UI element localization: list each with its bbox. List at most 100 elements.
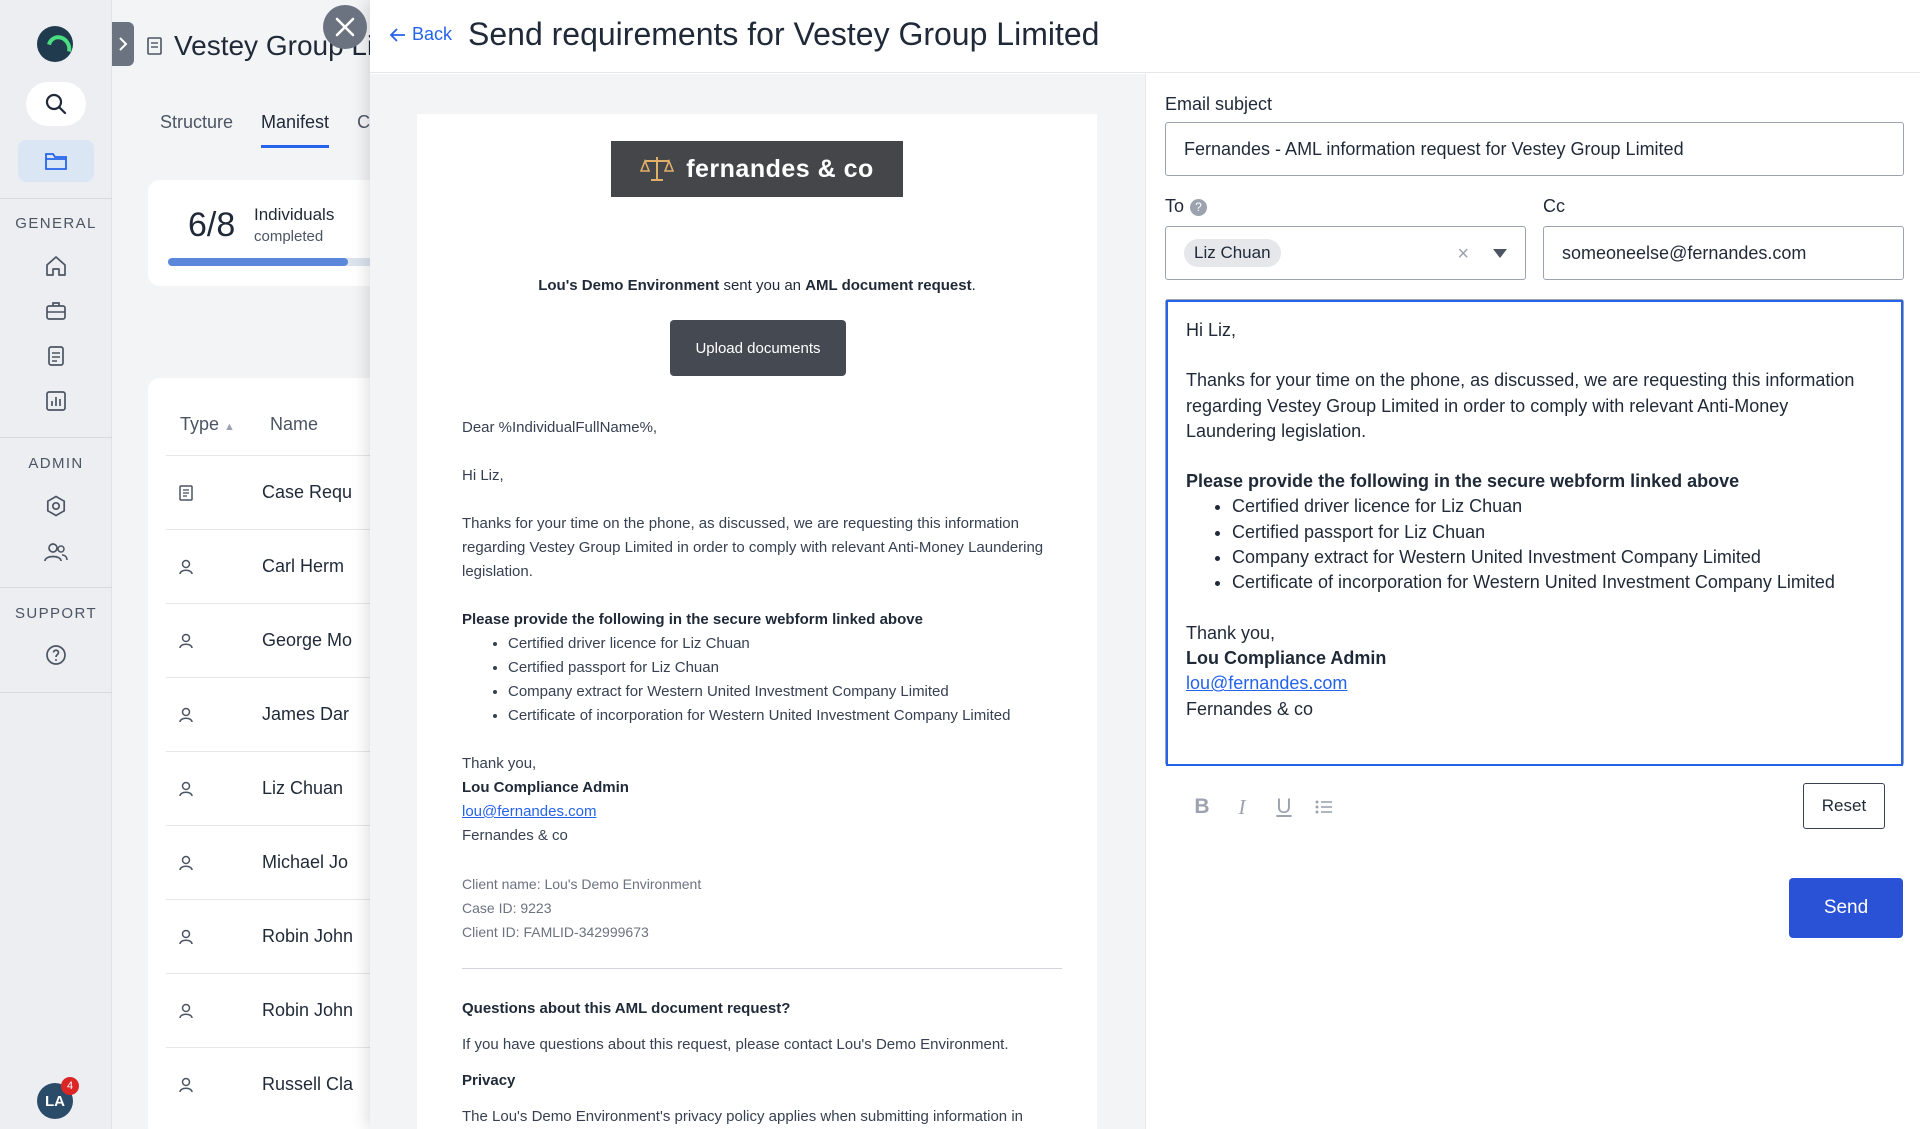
body-signer: Lou Compliance Admin [1186, 647, 1387, 668]
rail-divider [0, 437, 112, 438]
clear-icon[interactable]: × [1457, 243, 1469, 266]
person-icon [166, 1076, 206, 1094]
row-name: Liz Chuan [262, 778, 344, 798]
back-link[interactable]: Back [390, 24, 452, 45]
collapse-sidebar-button[interactable] [112, 22, 134, 66]
modal-title: Send requirements for Vestey Group Limit… [468, 16, 1100, 52]
modal-header: Back Send requirements for Vestey Group … [370, 0, 1920, 73]
table-row[interactable]: George Mo [166, 603, 372, 677]
intro-kind: AML document request [805, 277, 972, 294]
briefcase-icon[interactable] [40, 295, 72, 327]
list-item: Certified passport for Liz Chuan [508, 656, 1062, 680]
person-icon [166, 780, 206, 798]
case-document-icon [147, 37, 162, 55]
questions-heading: Questions about this AML document reques… [462, 1000, 791, 1017]
help-icon[interactable] [40, 639, 72, 671]
progress-label-main: Individuals [254, 205, 335, 224]
rail-section-general: GENERAL [15, 215, 97, 232]
tab-partial[interactable]: C [357, 112, 370, 148]
send-requirements-modal: Back Send requirements for Vestey Group … [323, 0, 1920, 1129]
close-icon [335, 17, 355, 37]
send-button[interactable]: Send [1789, 878, 1903, 938]
cases-nav-button[interactable] [18, 140, 94, 182]
bold-button[interactable]: B [1188, 793, 1216, 821]
bullet-list-button[interactable] [1310, 793, 1338, 821]
progress-card: 6/8 Individuals completed [148, 180, 372, 286]
italic-button[interactable]: I [1228, 793, 1256, 821]
search-button[interactable] [26, 82, 86, 126]
column-name-header[interactable]: Name [270, 414, 318, 435]
body-greeting: Hi Liz, [1186, 320, 1237, 340]
rail-divider [0, 587, 112, 588]
body-list-heading: Please provide the following in the secu… [1186, 471, 1740, 492]
users-icon[interactable] [40, 536, 72, 568]
tab-manifest[interactable]: Manifest [261, 112, 330, 148]
app-logo[interactable] [37, 26, 73, 62]
person-icon [166, 706, 206, 724]
intro-end: . [971, 277, 976, 294]
row-name: Robin John [262, 926, 354, 946]
brand-name: fernandes & co [686, 154, 874, 183]
table-row[interactable]: Robin John [166, 899, 372, 973]
reset-button[interactable]: Reset [1803, 783, 1885, 829]
settings-icon[interactable] [40, 490, 72, 522]
table-row[interactable]: Liz Chuan [166, 751, 372, 825]
list-item: Certificate of incorporation for Western… [508, 704, 1062, 728]
to-label-text: To [1165, 196, 1185, 216]
progress-label: Individuals completed [254, 204, 334, 248]
preview-paragraph: Thanks for your time on the phone, as di… [462, 515, 1044, 580]
table-row[interactable]: Carl Herm [166, 529, 372, 603]
body-email-link[interactable]: lou@fernandes.com [1186, 673, 1347, 693]
progress-bar [168, 258, 372, 266]
preview-signoff: Thank you, [462, 755, 537, 772]
case-id: Case ID: 9223 [462, 900, 552, 916]
subject-input[interactable]: Fernandes - AML information request for … [1165, 122, 1904, 176]
case-tabs: Structure Manifest C [160, 112, 370, 148]
scales-icon [640, 157, 675, 181]
subject-label: Email subject [1165, 94, 1273, 114]
email-preview: fernandes & co Lou's Demo Environment se… [417, 114, 1097, 1129]
progress-count: 6/8 [188, 206, 236, 244]
table-row[interactable]: Russell Cla [166, 1047, 372, 1121]
document-icon[interactable] [40, 340, 72, 372]
preview-requirements-list: Certified driver licence for Liz Chuan C… [508, 632, 1062, 728]
upload-documents-button[interactable]: Upload documents [670, 320, 846, 376]
questions-text: If you have questions about this request… [462, 1036, 1009, 1053]
cc-input[interactable]: someoneelse@fernandes.com [1543, 226, 1904, 280]
body-requirements-list: Certified driver licence for Liz Chuan C… [1232, 494, 1883, 595]
home-icon[interactable] [40, 250, 72, 282]
row-name: George Mo [262, 630, 353, 650]
table-row[interactable]: Michael Jo [166, 825, 372, 899]
email-body-editor[interactable]: Hi Liz, Thanks for your time on the phon… [1165, 299, 1904, 829]
preview-email-link[interactable]: lou@fernandes.com [462, 803, 596, 820]
left-nav-rail: GENERAL ADMIN SUPPORT LA 4 [0, 0, 112, 1129]
row-name: James Dar [262, 704, 350, 724]
folder-icon [45, 153, 67, 170]
rail-divider [0, 198, 112, 199]
table-row[interactable]: Case Requ [166, 455, 372, 529]
email-intro: Lou's Demo Environment sent you an AML d… [417, 277, 1097, 294]
chevron-down-icon[interactable] [1493, 249, 1507, 258]
client-id: Client ID: FAMLID-342999673 [462, 924, 649, 940]
column-type-label: Type [180, 414, 220, 434]
help-icon[interactable]: ? [1190, 198, 1208, 216]
back-label: Back [412, 24, 453, 44]
column-type-header[interactable]: Type ▲ [180, 414, 270, 435]
table-row[interactable]: James Dar [166, 677, 372, 751]
person-icon [166, 854, 206, 872]
to-select[interactable]: Liz Chuan × [1165, 226, 1526, 280]
underline-button[interactable]: U [1270, 793, 1298, 821]
preview-list-heading: Please provide the following in the secu… [462, 611, 923, 628]
preview-signer: Lou Compliance Admin [462, 779, 629, 796]
tab-structure[interactable]: Structure [160, 112, 233, 148]
table-row[interactable]: Robin John [166, 973, 372, 1047]
close-modal-button[interactable] [323, 5, 367, 49]
email-preview-body: Dear %IndividualFullName%, Hi Liz, Thank… [462, 416, 1062, 1129]
reports-icon[interactable] [40, 385, 72, 417]
recipient-chip[interactable]: Liz Chuan [1184, 239, 1281, 267]
list-item: Company extract for Western United Inves… [508, 680, 1062, 704]
row-name: Case Requ [262, 482, 353, 502]
progress-label-sub: completed [254, 228, 324, 245]
person-icon [166, 928, 206, 946]
email-body-textarea[interactable]: Hi Liz, Thanks for your time on the phon… [1166, 300, 1903, 766]
